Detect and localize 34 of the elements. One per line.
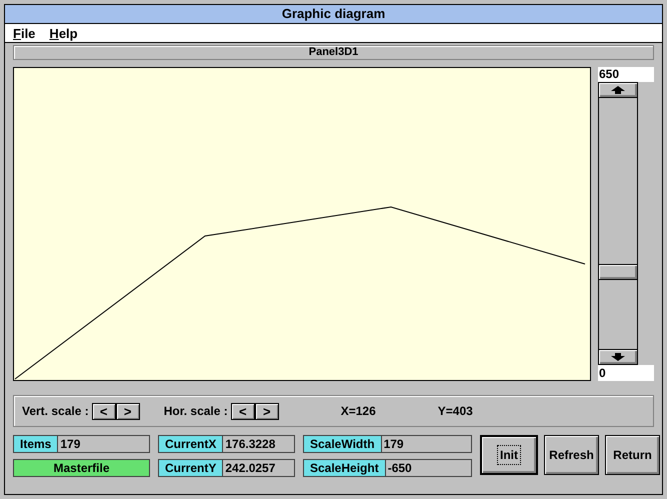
action-button[interactable]: Init xyxy=(480,435,538,475)
field-label: ScaleHeight xyxy=(304,460,386,476)
field-label: Items xyxy=(14,436,58,452)
action-button[interactable]: Refresh xyxy=(544,435,599,475)
status-label: Masterfile xyxy=(13,459,150,477)
scale-min-label: 0 xyxy=(598,365,654,381)
x-coordinate: X=126 xyxy=(340,403,376,420)
scale-step-button[interactable]: > xyxy=(254,402,279,420)
field-value: 179 xyxy=(382,436,405,452)
scale-step-button[interactable]: < xyxy=(230,402,255,420)
field-value: -650 xyxy=(386,460,413,476)
up-arrow-icon xyxy=(611,86,625,94)
field-label: CurrentY xyxy=(159,460,224,476)
y-coordinate: Y=403 xyxy=(438,403,473,420)
scale-step-button[interactable]: > xyxy=(116,402,140,420)
hor-scale-label: Hor. scale : xyxy=(164,403,228,420)
scale-max-label: 650 xyxy=(598,67,654,82)
field-value: 176.3228 xyxy=(224,436,276,452)
vert-scale-label: Vert. scale : xyxy=(22,403,89,420)
field-value: 179 xyxy=(59,436,82,452)
scroll-up-button[interactable] xyxy=(599,83,637,98)
menu-item[interactable]: File xyxy=(13,26,36,40)
scale-step-button[interactable]: < xyxy=(92,402,116,420)
field-label: ScaleWidth xyxy=(304,436,382,452)
down-arrow-icon xyxy=(611,353,625,361)
vertical-scrollbar[interactable] xyxy=(598,82,638,365)
action-button[interactable]: Return xyxy=(605,435,660,475)
menu-item[interactable]: Help xyxy=(49,26,78,40)
scroll-down-button[interactable] xyxy=(599,349,637,364)
field-value: 242.0257 xyxy=(224,460,276,476)
window-title: Graphic diagram xyxy=(282,5,386,24)
scroll-thumb[interactable] xyxy=(599,264,637,280)
field-label: CurrentX xyxy=(159,436,224,452)
panel-header: Panel3D1 xyxy=(13,45,654,60)
